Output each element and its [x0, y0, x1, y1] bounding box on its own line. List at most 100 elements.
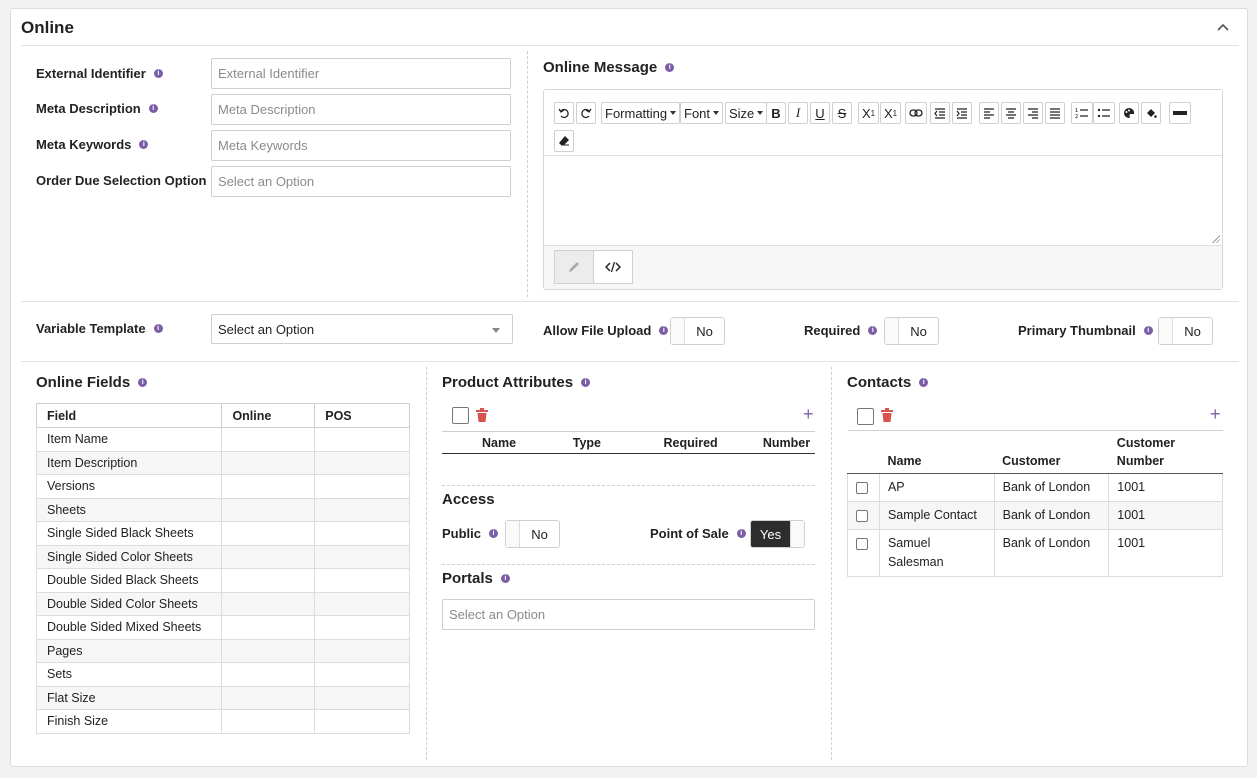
online-cell[interactable]	[221, 662, 316, 687]
background-color-icon[interactable]	[1141, 102, 1161, 124]
pos-cell[interactable]	[314, 685, 410, 710]
online-cell[interactable]	[221, 474, 316, 499]
online-cell[interactable]	[221, 497, 316, 522]
row-checkbox[interactable]	[856, 537, 868, 550]
table-row[interactable]: AP Bank of London 1001	[847, 473, 1223, 502]
column-header: Name	[879, 430, 995, 474]
table-row[interactable]: Samuel Salesman Bank of London 1001	[847, 529, 1223, 577]
redo-icon[interactable]	[576, 102, 596, 124]
strikethrough-icon[interactable]: S	[832, 102, 852, 124]
info-icon[interactable]: i	[665, 63, 675, 72]
font-dropdown[interactable]: Font	[680, 102, 724, 124]
italic-icon[interactable]: I	[788, 102, 808, 124]
link-icon[interactable]	[905, 102, 927, 124]
row-checkbox[interactable]	[856, 481, 868, 494]
pos-cell[interactable]	[314, 615, 410, 640]
public-toggle[interactable]: No	[505, 520, 560, 548]
online-cell[interactable]	[221, 544, 316, 569]
info-icon[interactable]: i	[489, 529, 499, 538]
table-row[interactable]: Sample Contact Bank of London 1001	[847, 501, 1223, 530]
online-cell[interactable]	[221, 427, 316, 452]
online-cell[interactable]	[221, 615, 316, 640]
align-right-icon[interactable]	[1023, 102, 1043, 124]
info-icon[interactable]: i	[148, 104, 158, 113]
align-left-icon[interactable]	[979, 102, 999, 124]
select-all-checkbox[interactable]	[857, 408, 874, 425]
info-icon[interactable]: i	[139, 140, 149, 149]
order-due-select[interactable]: Select an Option	[211, 166, 511, 197]
add-icon[interactable]: +	[803, 405, 814, 423]
pos-cell[interactable]	[314, 427, 410, 452]
ordered-list-icon[interactable]: 12	[1071, 102, 1093, 124]
unordered-list-icon[interactable]	[1093, 102, 1115, 124]
info-icon[interactable]: i	[736, 529, 746, 538]
trash-icon[interactable]	[476, 408, 488, 422]
editor-content-area[interactable]	[544, 156, 1222, 245]
info-icon[interactable]: i	[500, 574, 510, 583]
pos-cell[interactable]	[314, 568, 410, 593]
allow-file-upload-toggle[interactable]: No	[670, 317, 725, 345]
pos-cell[interactable]	[314, 497, 410, 522]
code-view-icon[interactable]	[593, 250, 633, 284]
product-attributes-table: Name Type Required Number	[442, 431, 815, 454]
online-cell[interactable]	[221, 591, 316, 616]
info-icon[interactable]: i	[153, 69, 163, 78]
public-label: Public i	[442, 526, 499, 541]
pos-cell[interactable]	[314, 638, 410, 663]
pos-cell[interactable]	[314, 521, 410, 546]
info-icon[interactable]: i	[659, 326, 669, 335]
info-icon[interactable]: i	[868, 326, 878, 335]
online-cell[interactable]	[221, 521, 316, 546]
online-cell[interactable]	[221, 638, 316, 663]
pos-cell[interactable]	[314, 662, 410, 687]
info-icon[interactable]: i	[153, 324, 163, 333]
pos-cell[interactable]	[314, 544, 410, 569]
online-message-editor[interactable]: Formatting Font Size B I U S X1 X1 1 2	[543, 89, 1223, 290]
meta-keywords-input[interactable]	[211, 130, 511, 161]
external-identifier-input[interactable]	[211, 58, 511, 89]
undo-icon[interactable]	[554, 102, 574, 124]
variable-template-select[interactable]: Select an Option	[211, 314, 513, 344]
online-cell[interactable]	[221, 450, 316, 475]
info-icon[interactable]: i	[581, 378, 591, 387]
horizontal-rule-icon[interactable]	[1169, 102, 1191, 124]
online-cell[interactable]	[221, 568, 316, 593]
trash-icon[interactable]	[881, 408, 893, 422]
online-cell[interactable]	[221, 709, 316, 734]
superscript-icon[interactable]: X1	[880, 102, 902, 124]
required-toggle[interactable]: No	[884, 317, 939, 345]
pos-cell[interactable]	[314, 474, 410, 499]
pos-cell[interactable]	[314, 709, 410, 734]
row-checkbox[interactable]	[856, 509, 868, 522]
info-icon[interactable]: i	[1143, 326, 1153, 335]
bold-icon[interactable]: B	[766, 102, 786, 124]
align-justify-icon[interactable]	[1045, 102, 1065, 124]
table-row: Double Sided Mixed Sheets	[35, 615, 410, 640]
resize-handle[interactable]	[1212, 235, 1220, 243]
table-row: Item Description	[35, 450, 410, 475]
online-cell[interactable]	[221, 685, 316, 710]
size-dropdown[interactable]: Size	[725, 102, 768, 124]
indent-icon[interactable]	[952, 102, 972, 124]
info-icon[interactable]: i	[138, 378, 148, 387]
eraser-icon[interactable]	[554, 130, 574, 152]
primary-thumbnail-toggle[interactable]: No	[1158, 317, 1213, 345]
add-icon[interactable]: +	[1210, 405, 1221, 423]
info-icon[interactable]: i	[919, 378, 929, 387]
underline-icon[interactable]: U	[810, 102, 830, 124]
chevron-up-icon[interactable]	[1215, 19, 1231, 35]
subscript-icon[interactable]: X1	[858, 102, 880, 124]
pos-cell[interactable]	[314, 591, 410, 616]
meta-description-input[interactable]	[211, 94, 511, 125]
point-of-sale-toggle[interactable]: Yes	[750, 520, 805, 548]
formatting-dropdown[interactable]: Formatting	[601, 102, 681, 124]
pencil-icon[interactable]	[554, 250, 594, 284]
align-center-icon[interactable]	[1001, 102, 1021, 124]
outdent-icon[interactable]	[930, 102, 950, 124]
table-row: Finish Size	[35, 709, 410, 734]
portals-select[interactable]: Select an Option	[442, 599, 815, 630]
svg-text:2: 2	[1075, 114, 1078, 119]
text-color-icon[interactable]	[1119, 102, 1139, 124]
select-all-checkbox[interactable]	[452, 407, 469, 424]
pos-cell[interactable]	[314, 450, 410, 475]
